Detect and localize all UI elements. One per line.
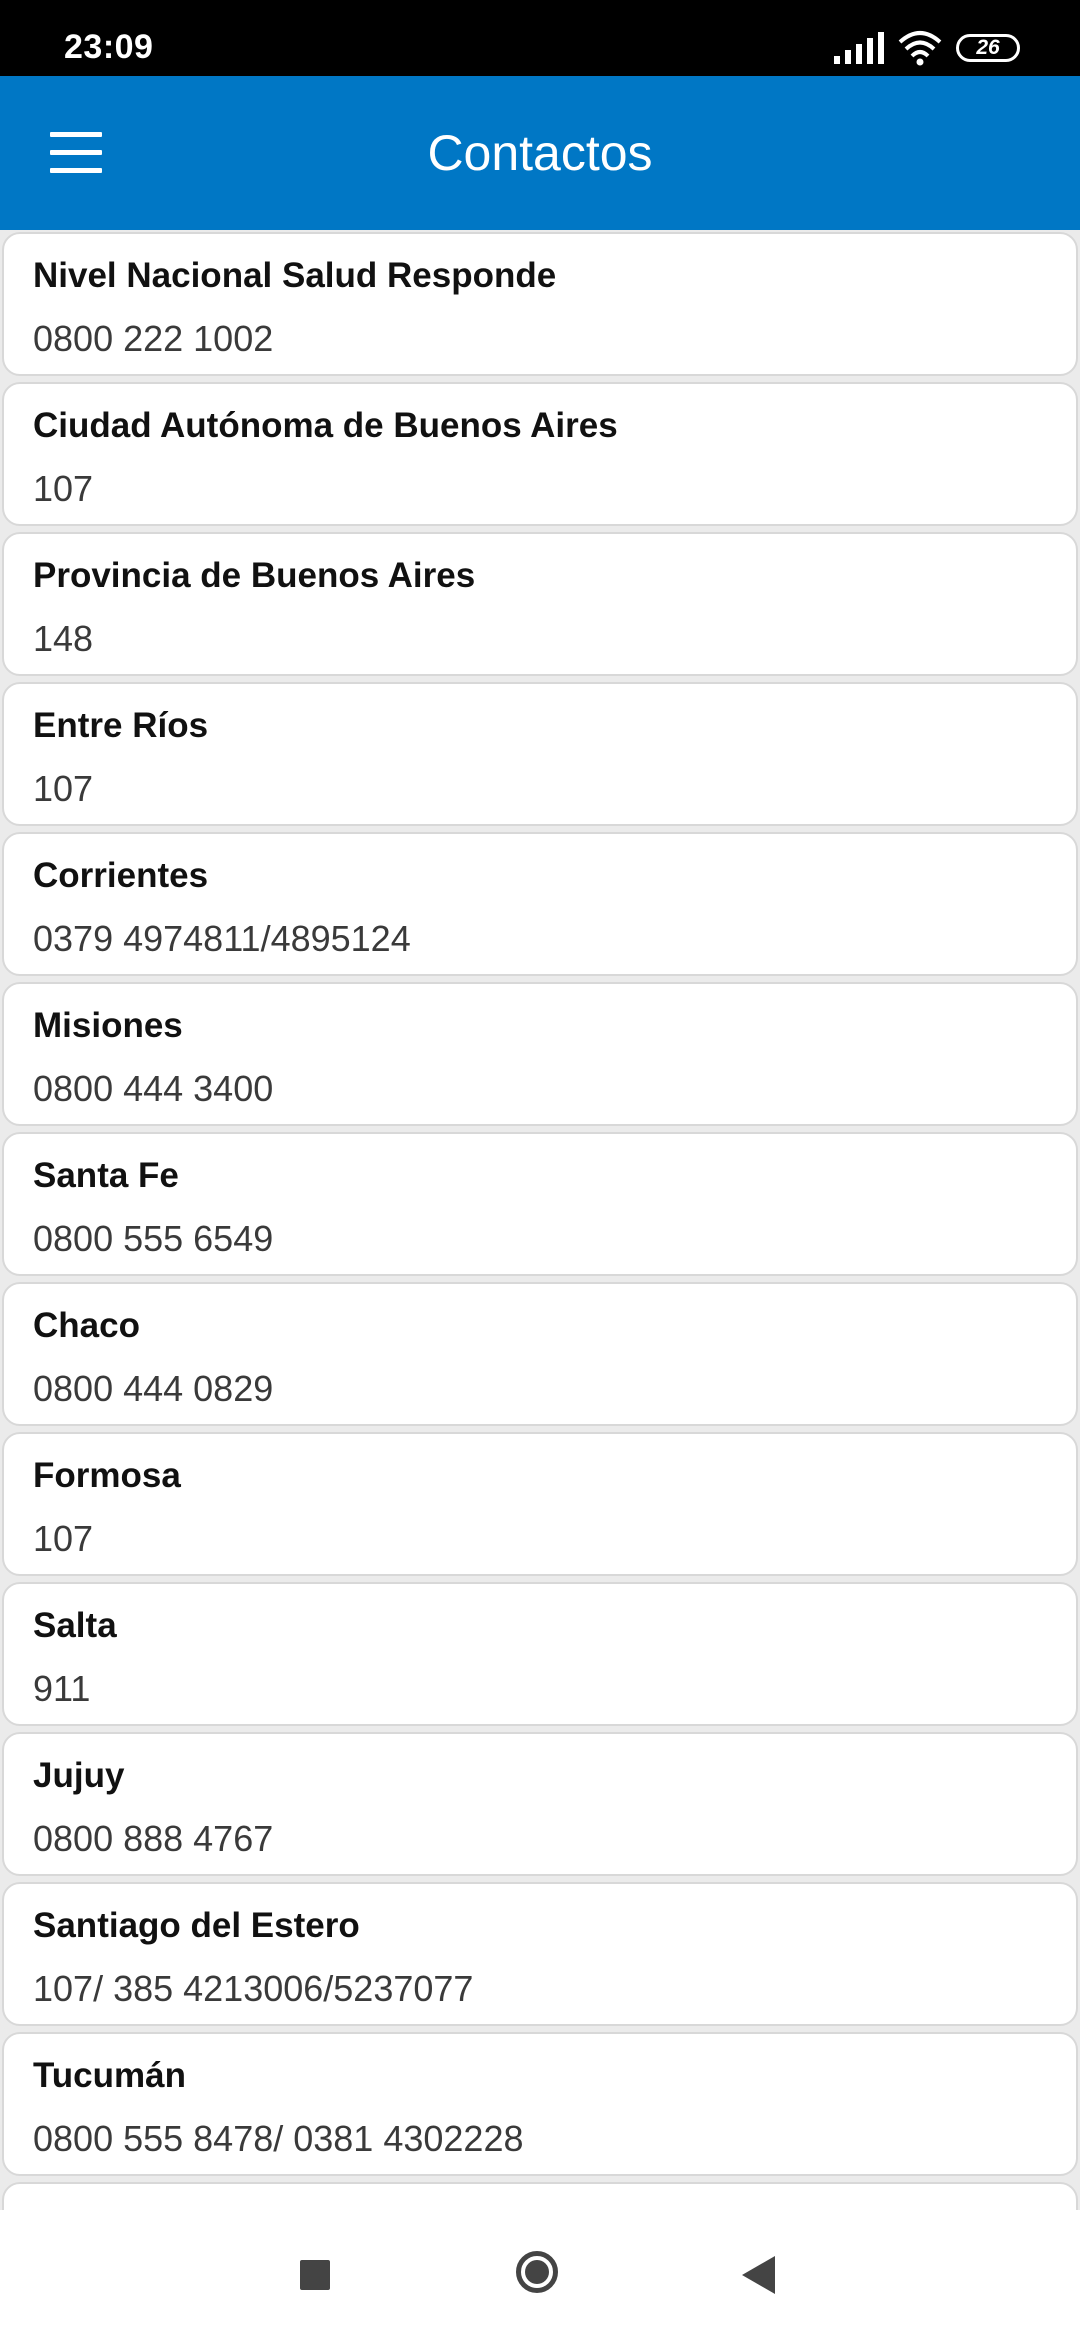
status-bar: 23:09 26 [0, 0, 1080, 76]
contact-card[interactable]: Santiago del Estero 107/ 385 4213006/523… [2, 1882, 1078, 2026]
contact-card[interactable]: Formosa 107 [2, 1432, 1078, 1576]
contact-phone[interactable]: 107 [33, 468, 93, 510]
status-time: 23:09 [64, 28, 154, 66]
page-title: Contactos [427, 125, 653, 181]
contact-phone[interactable]: 107 [33, 1518, 93, 1560]
contact-name: Entre Ríos [33, 706, 209, 745]
contact-name: Salta [33, 1606, 117, 1645]
square-recents-icon[interactable] [275, 2240, 355, 2310]
contact-card[interactable]: Chaco 0800 444 0829 [2, 1282, 1078, 1426]
cell-signal-icon [834, 32, 884, 64]
contact-phone[interactable]: 911 [33, 1668, 90, 1710]
contact-card[interactable]: Nivel Nacional Salud Responde 0800 222 1… [2, 232, 1078, 376]
contact-card[interactable]: Provincia de Buenos Aires 148 [2, 532, 1078, 676]
contact-name: Tucumán [33, 2056, 186, 2095]
contact-name: Corrientes [33, 856, 209, 895]
contact-card[interactable]: Salta 911 [2, 1582, 1078, 1726]
contact-card[interactable]: Corrientes 0379 4974811/4895124 [2, 832, 1078, 976]
contact-name: Santiago del Estero [33, 1906, 360, 1945]
circle-home-icon[interactable] [500, 2240, 580, 2310]
contact-card[interactable]: Entre Ríos 107 [2, 682, 1078, 826]
contact-phone[interactable]: 0800 222 1002 [33, 318, 273, 360]
battery-icon: 26 [956, 34, 1020, 62]
contact-name: Provincia de Buenos Aires [33, 556, 476, 595]
contact-phone[interactable]: 0379 4974811/4895124 [33, 918, 411, 960]
triangle-back-icon[interactable] [720, 2240, 800, 2310]
contact-phone[interactable]: 0800 555 8478/ 0381 4302228 [33, 2118, 523, 2160]
contact-phone[interactable]: 148 [33, 618, 93, 660]
contact-name: Santa Fe [33, 1156, 179, 1195]
app-bar: Contactos [0, 76, 1080, 230]
system-nav-bar [0, 2210, 1080, 2340]
wifi-icon [898, 31, 942, 66]
contact-phone[interactable]: 0800 444 3400 [33, 1068, 273, 1110]
contact-name: Misiones [33, 1006, 183, 1045]
contact-phone[interactable]: 0800 555 6549 [33, 1218, 273, 1260]
contact-name: Formosa [33, 1456, 181, 1495]
contact-card[interactable]: Misiones 0800 444 3400 [2, 982, 1078, 1126]
contact-card[interactable]: Santa Fe 0800 555 6549 [2, 1132, 1078, 1276]
contact-phone[interactable]: 107 [33, 768, 93, 810]
contact-phone[interactable]: 0800 888 4767 [33, 1818, 273, 1860]
contact-card[interactable]: Tucumán 0800 555 8478/ 0381 4302228 [2, 2032, 1078, 2176]
contacts-list[interactable]: Nivel Nacional Salud Responde 0800 222 1… [0, 230, 1080, 2210]
contact-name: Jujuy [33, 1756, 125, 1795]
contact-phone[interactable]: 0800 444 0829 [33, 1368, 273, 1410]
contact-name: Ciudad Autónoma de Buenos Aires [33, 406, 618, 445]
contact-name: Chaco [33, 1306, 140, 1345]
contact-phone[interactable]: 107/ 385 4213006/5237077 [33, 1968, 473, 2010]
contact-card[interactable]: Jujuy 0800 888 4767 [2, 1732, 1078, 1876]
contact-card[interactable]: Ciudad Autónoma de Buenos Aires 107 [2, 382, 1078, 526]
status-icons: 26 [834, 30, 1020, 66]
contact-name: Nivel Nacional Salud Responde [33, 256, 557, 295]
contact-card-partial[interactable] [2, 2182, 1078, 2210]
